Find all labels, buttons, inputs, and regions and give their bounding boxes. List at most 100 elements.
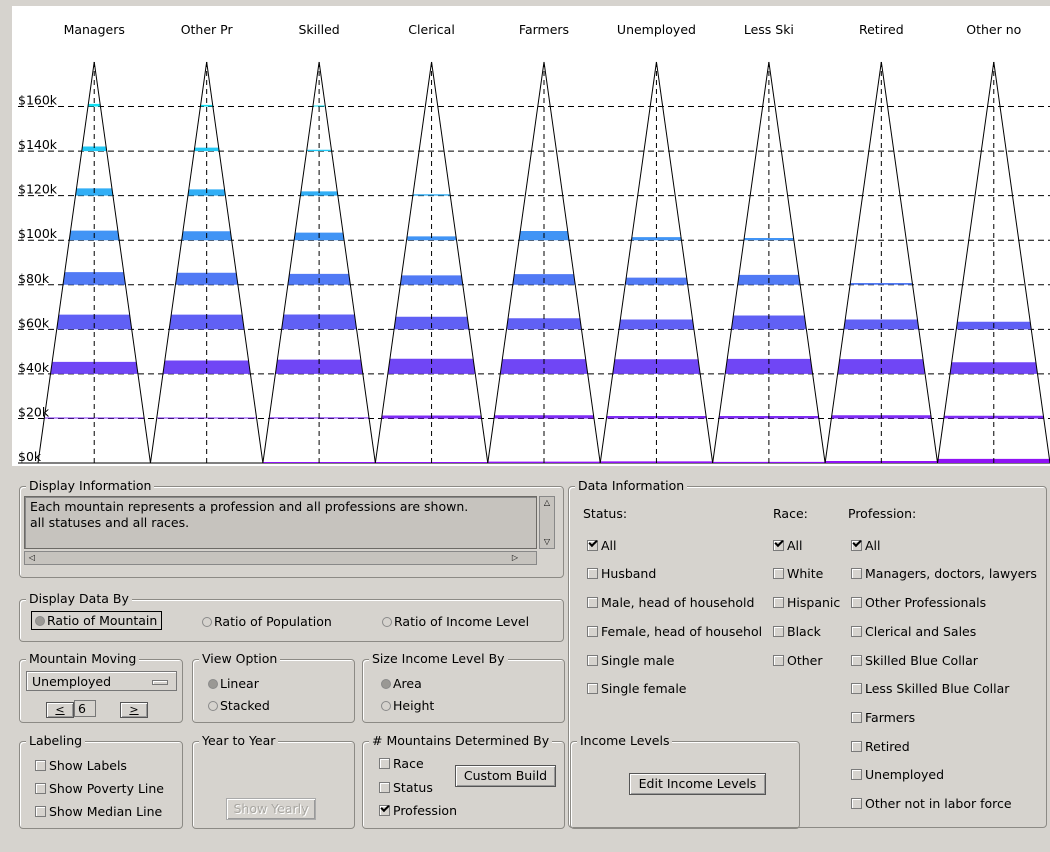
status-single-female-checkbox[interactable]	[587, 683, 598, 694]
scroll-right-arrow-icon[interactable]: ▷	[508, 552, 522, 564]
year-to-year-title: Year to Year	[199, 733, 279, 749]
profession-skilled-checkbox[interactable]	[851, 655, 862, 666]
profession-managers-checkbox[interactable]	[851, 568, 862, 579]
income-band	[743, 237, 794, 241]
status-item-single-male[interactable]: Single male	[587, 653, 674, 668]
ratio-of-mountain-option[interactable]: Ratio of Mountain	[31, 611, 163, 630]
mountain-label: Skilled	[299, 22, 340, 37]
status-item-male-head[interactable]: Male, head of household	[587, 595, 754, 610]
stacked-option[interactable]: Stacked	[208, 698, 270, 713]
profession-item-clerical[interactable]: Clerical and Sales	[851, 624, 976, 639]
profession-item-label: Skilled Blue Collar	[865, 653, 978, 668]
status-item-husband[interactable]: Husband	[587, 566, 656, 581]
stacked-radio[interactable]	[208, 701, 218, 711]
race-item-hispanic[interactable]: Hispanic	[773, 595, 840, 610]
status-item-single-female[interactable]: Single female	[587, 681, 687, 696]
status-checkbox[interactable]	[379, 782, 390, 793]
profession-item-other-professionals[interactable]: Other Professionals	[851, 595, 986, 610]
race-option[interactable]: Race	[379, 756, 424, 771]
profession-unemployed-checkbox[interactable]	[851, 769, 862, 780]
area-radio[interactable]	[381, 679, 391, 689]
mountain-step-field[interactable]: 6	[74, 700, 96, 717]
custom-build-button[interactable]: Custom Build	[455, 765, 556, 787]
show-poverty-line-option[interactable]: Show Poverty Line	[35, 781, 164, 796]
scroll-left-arrow-icon[interactable]: ◁	[25, 552, 39, 564]
show-yearly-button[interactable]: Show Yearly	[226, 798, 316, 820]
ratio-of-population-option[interactable]: Ratio of Population	[202, 614, 332, 629]
profession-item-skilled[interactable]: Skilled Blue Collar	[851, 653, 978, 668]
y-tick-label: $120k	[18, 182, 58, 197]
profession-item-managers[interactable]: Managers, doctors, lawyers	[851, 566, 1037, 581]
linear-radio[interactable]	[208, 679, 218, 689]
profession-item-all[interactable]: All	[851, 538, 881, 553]
y-tick-label: $60k	[18, 315, 50, 330]
profession-all-checkbox[interactable]	[851, 540, 862, 551]
profession-other-professionals-checkbox[interactable]	[851, 597, 862, 608]
race-hispanic-checkbox[interactable]	[773, 597, 784, 608]
horizontal-scrollbar[interactable]: ◁ ▷	[24, 551, 537, 565]
next-mountain-button[interactable]: >	[120, 702, 148, 718]
status-item-female-head[interactable]: Female, head of househol	[587, 624, 762, 639]
vertical-scrollbar[interactable]: △ ▽	[539, 496, 555, 549]
display-information-text[interactable]: Each mountain represents a profession an…	[24, 496, 537, 549]
display-data-by-panel: Display Data By Ratio of Mountain Ratio …	[19, 591, 564, 642]
profession-item-label: Other Professionals	[865, 595, 987, 610]
race-other-checkbox[interactable]	[773, 655, 784, 666]
show-median-line-option[interactable]: Show Median Line	[35, 804, 162, 819]
show-labels-option[interactable]: Show Labels	[35, 758, 127, 773]
status-single-male-checkbox[interactable]	[587, 655, 598, 666]
height-option[interactable]: Height	[381, 698, 434, 713]
status-label: Status	[393, 780, 433, 795]
profession-item-retired[interactable]: Retired	[851, 739, 910, 754]
race-item-black[interactable]: Black	[773, 624, 821, 639]
race-item-other[interactable]: Other	[773, 653, 823, 668]
show-poverty-line-checkbox[interactable]	[35, 783, 46, 794]
race-all-checkbox[interactable]	[773, 540, 784, 551]
edit-income-levels-button[interactable]: Edit Income Levels	[629, 773, 766, 795]
mountain-side-right	[431, 61, 489, 464]
status-male-head-checkbox[interactable]	[587, 597, 598, 608]
profession-other-not-in-labor-checkbox[interactable]	[851, 798, 862, 809]
scroll-up-arrow-icon[interactable]: △	[540, 497, 554, 509]
height-radio[interactable]	[381, 701, 391, 711]
status-husband-checkbox[interactable]	[587, 568, 598, 579]
mountain-side-right	[93, 61, 151, 464]
profession-item-unemployed[interactable]: Unemployed	[851, 767, 944, 782]
race-black-checkbox[interactable]	[773, 626, 784, 637]
profession-item-farmers[interactable]: Farmers	[851, 710, 915, 725]
show-labels-checkbox[interactable]	[35, 760, 46, 771]
profession-less-skilled-checkbox[interactable]	[851, 683, 862, 694]
profession-item-label: Farmers	[865, 710, 916, 725]
ratio-of-population-radio[interactable]	[202, 617, 212, 627]
profession-checkbox[interactable]	[379, 805, 390, 816]
race-heading: Race:	[773, 506, 808, 521]
mountain-moving-dropdown[interactable]: Unemployed	[26, 671, 177, 691]
profession-item-other-not-in-labor[interactable]: Other not in labor force	[851, 796, 1012, 811]
status-female-head-checkbox[interactable]	[587, 626, 598, 637]
linear-option[interactable]: Linear	[208, 676, 259, 691]
status-all-checkbox[interactable]	[587, 540, 598, 551]
race-item-label: Black	[787, 624, 821, 639]
status-option[interactable]: Status	[379, 780, 433, 795]
status-heading: Status:	[583, 506, 628, 521]
race-item-white[interactable]: White	[773, 566, 823, 581]
scroll-down-arrow-icon[interactable]: ▽	[540, 536, 554, 548]
profession-retired-checkbox[interactable]	[851, 741, 862, 752]
show-median-line-checkbox[interactable]	[35, 806, 46, 817]
race-checkbox[interactable]	[379, 758, 390, 769]
area-option[interactable]: Area	[381, 676, 422, 691]
ratio-of-income-level-option[interactable]: Ratio of Income Level	[382, 614, 529, 629]
display-information-line1: Each mountain represents a profession an…	[30, 499, 469, 514]
profession-clerical-checkbox[interactable]	[851, 626, 862, 637]
profession-farmers-checkbox[interactable]	[851, 712, 862, 723]
mountain-side-left	[937, 61, 995, 464]
display-information-panel: Display Information Each mountain repres…	[19, 478, 564, 578]
ratio-of-income-level-radio[interactable]	[382, 617, 392, 627]
profession-option[interactable]: Profession	[379, 803, 457, 818]
status-item-all[interactable]: All	[587, 538, 617, 553]
previous-mountain-button[interactable]: <	[46, 702, 74, 718]
profession-item-less-skilled[interactable]: Less Skilled Blue Collar	[851, 681, 1009, 696]
ratio-of-mountain-radio[interactable]	[35, 616, 45, 626]
race-item-all[interactable]: All	[773, 538, 803, 553]
race-white-checkbox[interactable]	[773, 568, 784, 579]
